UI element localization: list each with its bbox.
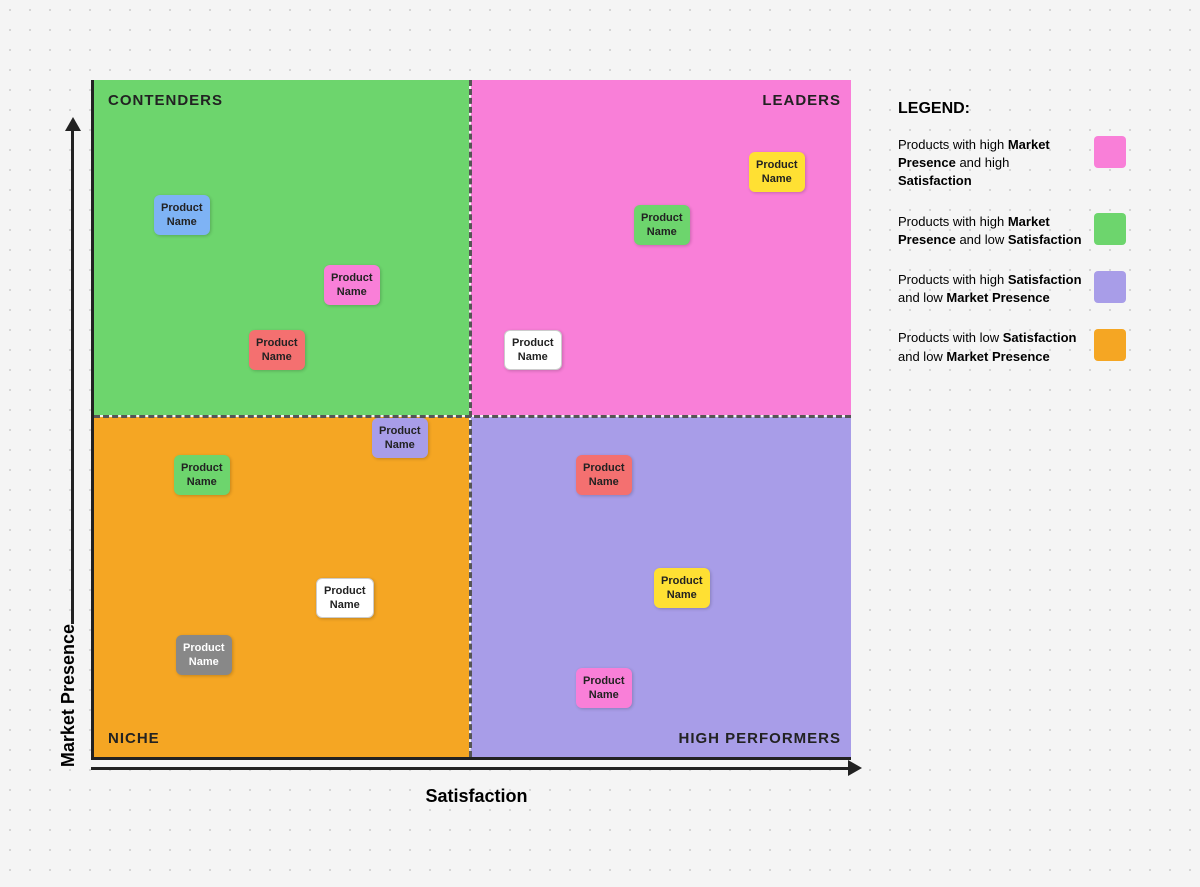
legend-item-niche: Products with low Satisfaction and low M… <box>898 329 1126 365</box>
product-card-3[interactable]: ProductName <box>249 330 305 370</box>
label-leaders: LEADERS <box>762 92 841 109</box>
y-axis-label: Market Presence <box>58 624 79 767</box>
legend-swatch-pink <box>1094 136 1126 168</box>
quadrant-grid: CONTENDERS LEADERS NICHE HIGH PERFORMERS… <box>91 80 851 760</box>
legend-swatch-green <box>1094 213 1126 245</box>
legend-text-niche: Products with low Satisfaction and low M… <box>898 330 1076 363</box>
product-card-13[interactable]: ProductName <box>576 668 632 708</box>
legend-item-high-performers: Products with high Satisfaction and low … <box>898 271 1126 307</box>
legend-text-high-performers: Products with high Satisfaction and low … <box>898 272 1082 305</box>
product-card-11[interactable]: ProductName <box>576 455 632 495</box>
horizontal-divider <box>94 415 851 418</box>
product-card-6[interactable]: ProductName <box>749 152 805 192</box>
chart-area: Market Presence CONTENDERS LEADERS NICHE… <box>58 80 862 807</box>
label-contenders: CONTENDERS <box>108 92 223 109</box>
product-card-10[interactable]: ProductName <box>372 418 428 458</box>
label-high-performers: HIGH PERFORMERS <box>678 730 841 747</box>
vertical-divider <box>469 80 472 757</box>
legend-text-contenders: Products with high Market Presence and l… <box>898 214 1082 247</box>
label-niche: NICHE <box>108 730 160 747</box>
product-card-4[interactable]: ProductName <box>504 330 562 370</box>
product-card-1[interactable]: ProductName <box>154 195 210 235</box>
product-card-7[interactable]: ProductName <box>174 455 230 495</box>
product-card-8[interactable]: ProductName <box>316 578 374 618</box>
product-card-12[interactable]: ProductName <box>654 568 710 608</box>
legend-text-leaders: Products with high Market Presence and h… <box>898 137 1050 188</box>
main-container: Market Presence CONTENDERS LEADERS NICHE… <box>38 60 1162 827</box>
legend-title: LEGEND: <box>898 100 1126 118</box>
chart-with-xaxis: CONTENDERS LEADERS NICHE HIGH PERFORMERS… <box>91 80 862 807</box>
legend-item-leaders: Products with high Market Presence and h… <box>898 136 1126 191</box>
legend-box: LEGEND: Products with high Market Presen… <box>882 80 1142 408</box>
product-card-5[interactable]: ProductName <box>634 205 690 245</box>
legend-swatch-purple <box>1094 271 1126 303</box>
x-axis-label: Satisfaction <box>91 786 862 807</box>
legend-swatch-orange <box>1094 329 1126 361</box>
legend-item-contenders: Products with high Market Presence and l… <box>898 213 1126 249</box>
quadrant-niche <box>94 417 469 757</box>
product-card-9[interactable]: ProductName <box>176 635 232 675</box>
product-card-2[interactable]: ProductName <box>324 265 380 305</box>
